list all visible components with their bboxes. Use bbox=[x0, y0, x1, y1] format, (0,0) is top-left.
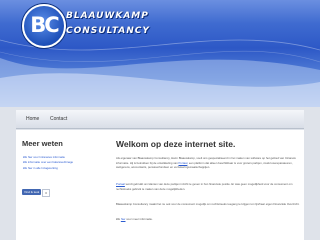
consumer-paragraph: Blaauwkamp Consultancy maakt het nu ook … bbox=[116, 202, 300, 206]
portaal-text: wordt gebruikt om klanten van deze parti… bbox=[116, 182, 293, 191]
nav-item-home[interactable]: Home bbox=[20, 110, 45, 128]
sidebar-link-list: klik hier voor Intranetes informatie kli… bbox=[23, 155, 93, 171]
more-info-paragraph: klik hier voor meer informatie. bbox=[116, 217, 300, 222]
page-title: Welkom op deze internet site. bbox=[116, 139, 236, 149]
like-button[interactable]: Vind ik leuk bbox=[22, 189, 42, 195]
sidebar-link-inzage[interactable]: klik hier in alle Inzagwerking bbox=[23, 166, 93, 171]
intro-paragraph: Als eigenaar van Blaauwkamp Consultancy,… bbox=[116, 156, 300, 170]
like-count: 0 bbox=[42, 189, 50, 197]
portaal-paragraph: Portaal wordt gebruikt om klanten van de… bbox=[116, 182, 300, 191]
nav-item-contact[interactable]: Contact bbox=[44, 110, 73, 128]
page: BC BLAAUWKAMP CONSULTANCY Home Contact M… bbox=[0, 0, 320, 240]
more-info-text-2: voor meer informatie. bbox=[125, 217, 153, 221]
sidebar-title: Meer weten bbox=[22, 139, 63, 148]
logo-text-blaauwkamp[interactable]: BLAAUWKAMP bbox=[66, 11, 166, 22]
content-area: Meer weten klik hier voor Intranetes inf… bbox=[16, 130, 304, 240]
facebook-like-widget: Vind ik leuk 0 bbox=[22, 189, 50, 197]
main-navigation: Home Contact bbox=[16, 110, 304, 129]
logo-badge[interactable]: BC bbox=[22, 4, 66, 48]
site-header: BC BLAAUWKAMP CONSULTANCY bbox=[0, 0, 320, 107]
logo-monogram: BC bbox=[30, 13, 59, 37]
portaal-link-2[interactable]: Portaal bbox=[116, 182, 125, 186]
logo-text-consultancy[interactable]: CONSULTANCY bbox=[66, 26, 166, 37]
